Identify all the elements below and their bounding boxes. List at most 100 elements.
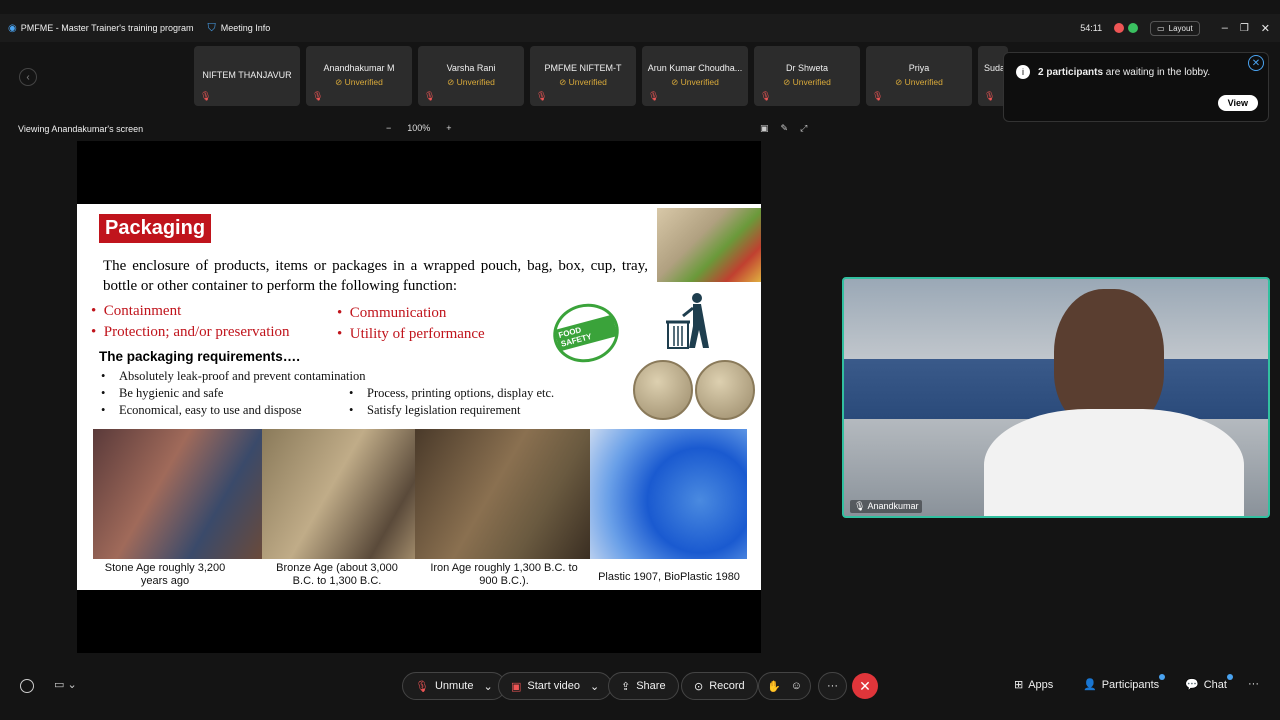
chevron-down-icon[interactable]: ⌄: [590, 680, 599, 693]
record-button[interactable]: ⊙ Record: [681, 672, 758, 700]
stone-age-image: [93, 429, 262, 559]
more-options-button[interactable]: ···: [818, 672, 847, 700]
plastic-image: [590, 429, 747, 559]
caption-stone-age: Stone Age roughly 3,200 years ago: [104, 562, 226, 587]
unmute-button[interactable]: 🎙 Unmute ⌄: [402, 672, 506, 700]
shared-screen: Packaging The enclosure of products, ite…: [77, 141, 761, 653]
meeting-info-button[interactable]: ⛉ Meeting Info: [208, 22, 271, 35]
active-speaker-video[interactable]: 🎙 Anandkumar: [842, 277, 1270, 518]
participant-tile[interactable]: PMFME NIFTEM-T ⊘ Unverified 🎙: [530, 46, 636, 106]
vegetables-image: [657, 208, 761, 282]
status-circle-icon[interactable]: [20, 679, 34, 693]
share-view-bar: Viewing Anandakumar's screen − 100% + ▣ …: [0, 122, 830, 138]
viewing-label: Viewing Anandakumar's screen: [18, 124, 144, 134]
speaker-name: Anandkumar: [867, 501, 919, 511]
person-silhouette: [944, 289, 1244, 516]
history-images: [93, 429, 747, 559]
layout-button[interactable]: ▭ Layout: [1150, 20, 1200, 36]
zoom-level: 100%: [407, 123, 431, 133]
participant-name: Varsha Rani: [446, 63, 496, 73]
security-indicator-icon: [1128, 23, 1139, 33]
close-icon: ✕: [859, 677, 871, 694]
layout-icon: ▭: [1157, 23, 1165, 33]
participant-name: Dr Shweta: [785, 63, 829, 73]
iron-age-image: [415, 429, 590, 559]
slide-title: Packaging: [99, 214, 212, 243]
participant-tile[interactable]: Arun Kumar Choudha... ⊘ Unverified 🎙: [642, 46, 748, 106]
participant-name: PMFME NIFTEM-T: [544, 63, 622, 73]
requirements-right: • Process, printing options, display etc.…: [349, 386, 555, 417]
recording-indicator-icon: [1114, 23, 1125, 33]
functions-left: • Containment • Protection; and/or prese…: [91, 303, 290, 340]
lobby-notification: i 2 participants are waiting in the lobb…: [1003, 52, 1269, 122]
fullscreen-icon[interactable]: ⤢: [800, 123, 807, 134]
close-icon: ✕: [1251, 57, 1261, 69]
close-window-button[interactable]: ✕: [1261, 22, 1270, 35]
muted-mic-icon: 🎙: [536, 91, 548, 101]
participant-tile[interactable]: Dr Shweta ⊘ Unverified 🎙: [754, 46, 860, 106]
participant-tile[interactable]: Priya ⊘ Unverified 🎙: [866, 46, 972, 106]
chat-button[interactable]: 💬 Chat: [1185, 674, 1233, 691]
unverified-badge: ⊘ Unverified: [447, 77, 495, 87]
raise-hand-icon[interactable]: ✋: [767, 680, 781, 693]
chevron-left-icon: ‹: [26, 71, 30, 83]
muted-mic-icon: 🎙: [415, 680, 429, 693]
restore-button[interactable]: ❐: [1240, 23, 1249, 34]
participant-name: Arun Kumar Choudha...: [647, 63, 743, 73]
muted-mic-icon: 🎙: [312, 91, 324, 101]
overflow-menu-button[interactable]: ···: [1248, 678, 1259, 690]
record-icon: ⊙: [694, 680, 704, 693]
notification-dot: [1159, 674, 1166, 680]
participant-tile[interactable]: NIFTEM THANJAVUR 🎙: [194, 46, 300, 106]
muted-mic-icon: 🎙: [872, 91, 884, 101]
start-video-button[interactable]: ▣ Start video ⌄: [498, 672, 613, 700]
unverified-badge: ⊘ Unverified: [895, 77, 943, 87]
view-lobby-button[interactable]: View: [1217, 95, 1258, 111]
minimize-button[interactable]: –: [1222, 22, 1228, 34]
participant-tile[interactable]: Varsha Rani ⊘ Unverified 🎙: [418, 46, 524, 106]
participant-name: Priya: [908, 63, 930, 73]
share-button[interactable]: ⇪ Share: [608, 672, 679, 700]
participants-button[interactable]: 👤 Participants: [1083, 674, 1166, 691]
participant-name: Anandhakumar M: [323, 63, 395, 73]
webex-logo-icon: ◉: [8, 22, 17, 34]
unverified-badge: ⊘ Unverified: [335, 77, 383, 87]
coin-icon: [633, 360, 693, 420]
coin-icon: [695, 360, 755, 420]
muted-mic-icon: 🎙: [984, 91, 996, 101]
close-notification-button[interactable]: ✕: [1248, 55, 1264, 71]
reactions-group[interactable]: ✋ ☺: [758, 672, 811, 700]
video-off-icon: ▣: [511, 680, 522, 693]
caption-plastic: Plastic 1907, BioPlastic 1980: [598, 571, 740, 583]
zoom-out-button[interactable]: −: [386, 123, 391, 133]
requirements-title: The packaging requirements….: [99, 349, 301, 364]
waiting-message: are waiting in the lobby.: [1103, 66, 1211, 78]
reactions-icon[interactable]: ☺: [791, 680, 802, 692]
slide-intro: The enclosure of products, items or pack…: [103, 258, 648, 294]
muted-mic-icon: 🎙: [648, 91, 660, 101]
muted-mic-icon: 🎙: [760, 91, 772, 101]
waiting-count: 2 participants: [1038, 66, 1104, 78]
remote-control-icon[interactable]: ▣: [760, 123, 769, 134]
unverified-badge: ⊘ Unverified: [671, 77, 719, 87]
food-safety-badge: FOOD SAFETY: [546, 296, 626, 370]
meeting-timer: 54:11: [1080, 23, 1103, 33]
functions-right: • Communication • Utility of performance: [337, 305, 485, 342]
caption-iron-age: Iron Age roughly 1,300 B.C. to 900 B.C.)…: [430, 562, 578, 587]
participant-tile[interactable]: Anandhakumar M ⊘ Unverified 🎙: [306, 46, 412, 106]
annotate-icon[interactable]: ✎: [781, 123, 789, 134]
shield-icon: ⛉: [207, 21, 216, 34]
share-icon: ⇪: [621, 680, 631, 693]
person-icon: 👤: [1083, 679, 1097, 691]
chevron-down-icon[interactable]: ⌄: [484, 680, 493, 693]
captions-icon[interactable]: ▭ ⌄: [54, 678, 77, 691]
notification-dot: [1226, 674, 1233, 680]
chat-icon: 💬: [1185, 679, 1199, 691]
zoom-in-button[interactable]: +: [446, 123, 451, 133]
leave-meeting-button[interactable]: ✕: [852, 673, 878, 699]
info-icon: i: [1016, 65, 1030, 79]
requirements-left: • Absolutely leak-proof and prevent conta…: [101, 369, 366, 417]
strip-previous-button[interactable]: ‹: [19, 68, 37, 86]
apps-button[interactable]: ⊞ Apps: [1014, 678, 1053, 692]
dispose-trash-icon: [665, 292, 715, 352]
